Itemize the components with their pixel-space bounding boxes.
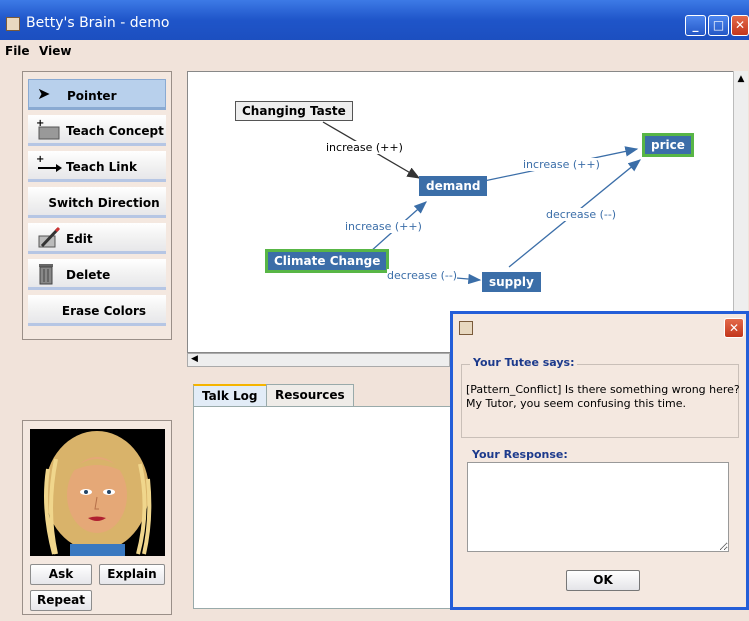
- link-label-taste-demand[interactable]: increase (++): [326, 141, 403, 154]
- dialog-close-icon[interactable]: ✕: [724, 318, 744, 338]
- avatar-panel: Ask Explain Repeat: [22, 420, 172, 615]
- tool-label: Switch Direction: [48, 196, 160, 210]
- link-label-climate-supply[interactable]: decrease (--): [387, 269, 458, 282]
- trash-icon: [36, 262, 58, 290]
- repeat-button[interactable]: Repeat: [30, 590, 92, 611]
- erase-colors-button[interactable]: Erase Colors: [28, 295, 166, 326]
- scroll-up-icon[interactable]: ▲: [734, 74, 748, 84]
- close-icon[interactable]: ✕: [731, 15, 749, 36]
- tool-label: Teach Link: [66, 160, 137, 174]
- betty-avatar: [30, 429, 165, 556]
- talk-log-content: [193, 406, 453, 609]
- teach-link-icon: +: [36, 154, 62, 180]
- pointer-arrow-icon: ➤: [37, 84, 51, 103]
- response-title: Your Response:: [469, 448, 571, 461]
- concept-node-supply[interactable]: supply: [482, 272, 541, 292]
- concept-node-price[interactable]: price: [642, 133, 694, 157]
- link-label-climate-demand[interactable]: increase (++): [345, 220, 422, 233]
- dialog-titlebar[interactable]: ✕: [453, 314, 746, 342]
- tutee-says-title: Your Tutee says:: [470, 356, 578, 369]
- tutee-message: [Pattern_Conflict] Is there something wr…: [466, 383, 740, 410]
- tab-resources[interactable]: Resources: [266, 384, 354, 406]
- link-label-demand-price[interactable]: increase (++): [523, 158, 600, 171]
- teach-link-button[interactable]: + Teach Link: [28, 151, 166, 182]
- delete-button[interactable]: Delete: [28, 259, 166, 290]
- bottom-tab-panel: Talk Log Resources: [193, 384, 453, 609]
- tutee-dialog: ✕ Your Tutee says: [Pattern_Conflict] Is…: [450, 311, 749, 610]
- minimize-icon[interactable]: _: [685, 15, 706, 36]
- tutee-says-group: Your Tutee says: [Pattern_Conflict] Is t…: [461, 356, 740, 438]
- response-input[interactable]: [467, 462, 729, 552]
- canvas-horizontal-scrollbar[interactable]: ◀: [187, 353, 450, 367]
- tab-talk-log[interactable]: Talk Log: [193, 384, 267, 406]
- ok-button[interactable]: OK: [566, 570, 640, 591]
- ask-button[interactable]: Ask: [30, 564, 92, 585]
- concept-node-demand[interactable]: demand: [419, 176, 488, 196]
- java-app-icon: [459, 321, 473, 335]
- svg-text:+: +: [36, 154, 44, 165]
- teach-concept-icon: +: [36, 118, 60, 144]
- window-titlebar[interactable]: Betty's Brain - demo _ □ ✕: [0, 0, 749, 40]
- split-pane-divider[interactable]: [187, 367, 450, 375]
- explain-button[interactable]: Explain: [99, 564, 165, 585]
- java-app-icon: [6, 17, 20, 31]
- switch-direction-button[interactable]: Switch Direction: [28, 187, 166, 218]
- concept-node-climate-change[interactable]: Climate Change: [265, 249, 390, 273]
- pointer-tool-button[interactable]: ➤ Pointer: [28, 79, 166, 110]
- tool-label: Edit: [66, 232, 93, 246]
- edit-button[interactable]: Edit: [28, 223, 166, 254]
- tool-label: Pointer: [67, 89, 117, 103]
- window-title: Betty's Brain - demo: [26, 15, 170, 31]
- menu-bar: File View: [0, 40, 749, 62]
- link-label-supply-price[interactable]: decrease (--): [546, 208, 617, 221]
- teach-concept-button[interactable]: + Teach Concept: [28, 115, 166, 146]
- tool-label: Delete: [66, 268, 111, 282]
- tool-label: Teach Concept: [66, 124, 164, 138]
- edit-icon: [36, 226, 62, 254]
- tool-palette: ➤ Pointer + Teach Concept + Teach Link S…: [22, 71, 172, 340]
- maximize-icon[interactable]: □: [708, 15, 729, 36]
- concept-node-changing-taste[interactable]: Changing Taste: [235, 101, 353, 121]
- tool-label: Erase Colors: [61, 304, 147, 318]
- menu-file[interactable]: File: [5, 44, 30, 58]
- scroll-left-icon[interactable]: ◀: [191, 354, 198, 364]
- menu-view[interactable]: View: [39, 44, 71, 58]
